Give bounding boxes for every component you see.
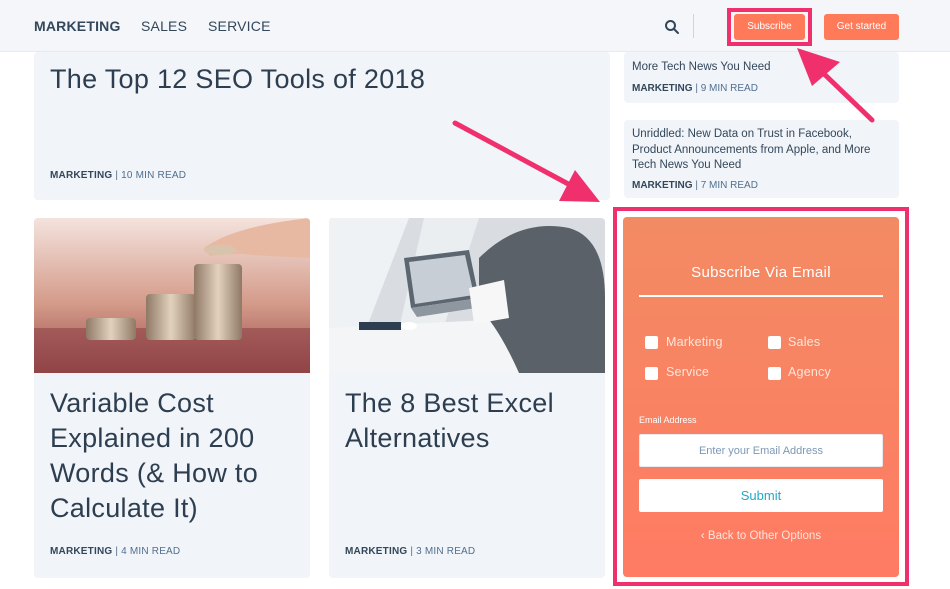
subscribe-panel: Subscribe Via Email Marketing Sales Serv… [623,217,899,577]
checkbox-marketing[interactable] [645,336,658,349]
search-icon[interactable] [664,19,680,35]
read-time: | 9 MIN READ [695,83,758,94]
featured-article-card[interactable]: The Top 12 SEO Tools of 2018 MARKETING |… [34,52,610,200]
checkbox-sales[interactable] [768,336,781,349]
read-time: | 10 MIN READ [115,170,187,181]
checkbox-label-sales[interactable]: Sales [788,335,820,349]
featured-article-title[interactable]: The Top 12 SEO Tools of 2018 [50,62,425,97]
get-started-button[interactable]: Get started [824,14,899,40]
sidebar-post[interactable]: More Tech News You Need MARKETING | 9 MI… [624,52,899,103]
email-address-label: Email Address [639,415,697,425]
subscribe-button-highlight [727,8,812,46]
laptop-desk-image[interactable] [329,218,605,373]
nav-marketing[interactable]: MARKETING [34,18,121,34]
nav-service[interactable]: SERVICE [208,18,271,34]
coins-stack-image[interactable] [34,218,310,373]
featured-article-meta: MARKETING | 10 MIN READ [50,170,186,181]
read-time: | 4 MIN READ [115,546,181,557]
nav-divider [693,14,694,38]
article-card[interactable]: Variable Cost Explained in 200 Words (& … [34,218,310,578]
checkbox-service[interactable] [645,367,658,380]
nav-sales[interactable]: SALES [141,18,187,34]
article-tag[interactable]: MARKETING [345,546,407,557]
checkbox-label-agency[interactable]: Agency [788,365,831,379]
sidebar-post-title[interactable]: More Tech News You Need [632,60,894,76]
article-meta: MARKETING | 3 MIN READ [345,546,475,557]
panel-divider [639,295,883,297]
article-card[interactable]: The 8 Best Excel Alternatives MARKETING … [329,218,605,578]
checkbox-label-service[interactable]: Service [666,365,709,379]
article-title[interactable]: The 8 Best Excel Alternatives [345,386,595,456]
read-time: | 3 MIN READ [410,546,476,557]
sidebar-post[interactable]: Unriddled: New Data on Trust in Facebook… [624,120,899,198]
article-title[interactable]: Variable Cost Explained in 200 Words (& … [50,386,300,526]
article-tag[interactable]: MARKETING [50,546,112,557]
subscribe-panel-title: Subscribe Via Email [691,264,831,281]
submit-button[interactable]: Submit [639,479,883,512]
email-input[interactable] [639,434,883,467]
checkbox-agency[interactable] [768,367,781,380]
sidebar-post-title[interactable]: Unriddled: New Data on Trust in Facebook… [632,127,894,174]
article-meta: MARKETING | 4 MIN READ [50,546,180,557]
sidebar-post-meta: MARKETING | 9 MIN READ [632,83,758,94]
back-to-other-options-link[interactable]: ‹ Back to Other Options [623,530,899,542]
article-tag[interactable]: MARKETING [632,83,693,94]
article-tag[interactable]: MARKETING [632,180,693,191]
checkbox-label-marketing[interactable]: Marketing [666,335,723,349]
read-time: | 7 MIN READ [695,180,758,191]
article-tag[interactable]: MARKETING [50,170,112,181]
sidebar-post-meta: MARKETING | 7 MIN READ [632,180,758,191]
